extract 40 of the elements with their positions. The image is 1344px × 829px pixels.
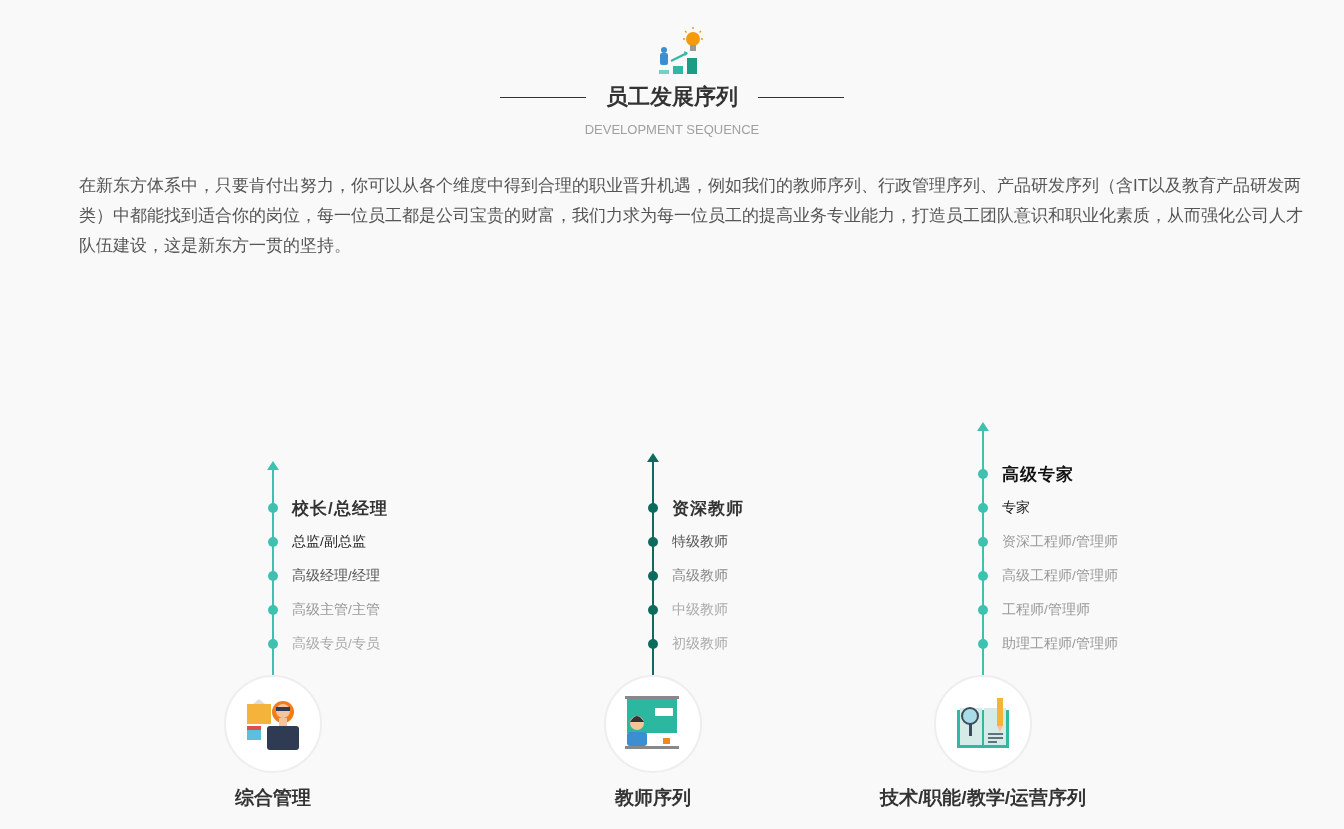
level-label: 高级工程师/管理师 [1002,567,1118,585]
level-label: 专家 [1002,499,1030,517]
level-label: 高级主管/主管 [292,601,380,619]
level-label: 高级经理/经理 [292,567,380,585]
timeline-dot [978,639,988,649]
track-title: 综合管理 [235,786,311,810]
timeline-dot [978,605,988,615]
level-label: 资深工程师/管理师 [1002,533,1118,551]
level-label: 资深教师 [672,497,744,520]
timeline-dot [268,639,278,649]
level-label: 中级教师 [672,601,728,619]
teacher-drawing [625,696,681,752]
level-label: 特级教师 [672,533,728,551]
timeline-dot [978,537,988,547]
level-label: 校长/总经理 [292,497,388,520]
level-label: 高级教师 [672,567,728,585]
intro-paragraph: 在新东方体系中，只要肯付出努力，你可以从各个维度中得到合理的职业晋升机遇，例如我们的教师序列、行政管理序列、产品研发序列（含IT以及教育产品研发两类）中都能找到适合你的岗位，每一位员工都是公司宝贵的财富，我们力求为每一位员工的提高业务专业能力，打造员工团队意识和职业化素质，从而强化公司人才队伍建设，这是新东方一贯的坚持。 [79,175,1304,257]
level-label: 初级教师 [672,635,728,653]
manager-drawing [245,696,301,752]
timeline-dot [648,639,658,649]
level-label: 工程师/管理师 [1002,601,1090,619]
track-title: 教师序列 [615,786,691,810]
timeline-dot [268,571,278,581]
timeline-dot [268,503,278,513]
section-title: 员工发展序列 [606,83,738,111]
timeline-dot [978,571,988,581]
track-title: 技术/职能/教学/运营序列 [880,786,1086,810]
level-label: 高级专家 [1002,463,1074,486]
timeline-dot [648,503,658,513]
timeline-dot [648,571,658,581]
level-label: 总监/副总监 [292,533,366,551]
timeline-dot [978,503,988,513]
level-label: 高级专员/专员 [292,635,380,653]
section-subtitle: DEVELOPMENT SEQUENCE [584,122,760,137]
timeline-dot [268,605,278,615]
level-label: 助理工程师/管理师 [1002,635,1118,653]
timeline-dot [268,537,278,547]
timeline-dot [648,605,658,615]
timeline-dot [978,469,988,479]
timeline-dot [648,537,658,547]
